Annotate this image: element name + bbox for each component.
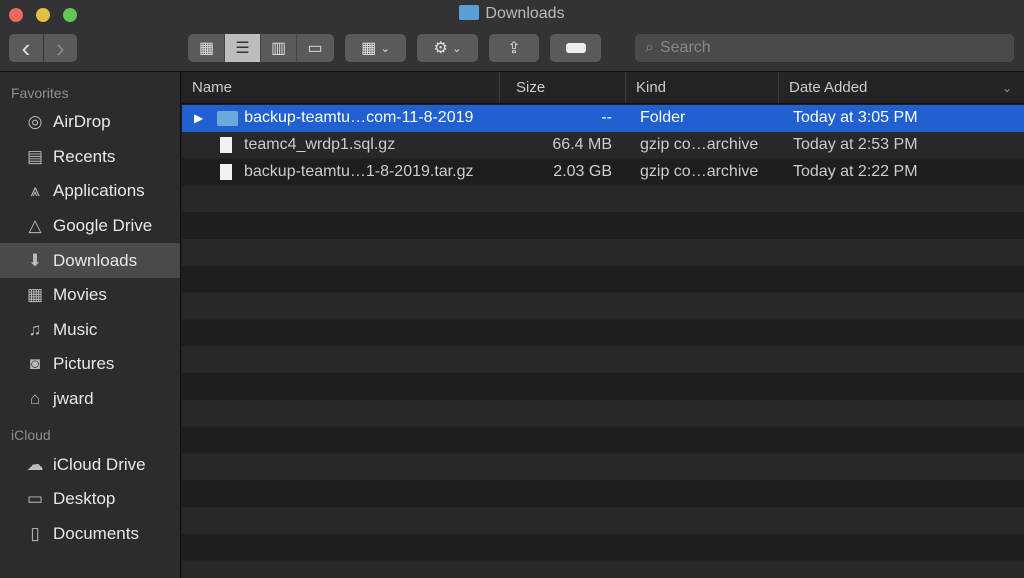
search-icon: ⌕ [645, 39, 654, 56]
sidebar-item-google-drive[interactable]: △ Google Drive [0, 209, 180, 244]
view-mode-segment: ▦ ☰ ▥ ▭ [188, 34, 334, 62]
share-button[interactable]: ⇪ [489, 34, 539, 62]
sidebar-item-downloads[interactable]: ⬇ Downloads [0, 243, 180, 278]
file-kind: gzip co…archive [640, 162, 759, 180]
list-view-icon[interactable]: ☰ [225, 34, 261, 62]
sidebar-item-jward[interactable]: ⌂ jward [0, 382, 180, 417]
file-size: 66.4 MB [552, 136, 612, 154]
sidebar-item-label: iCloud Drive [53, 454, 146, 474]
back-button[interactable]: ‹ [9, 33, 43, 63]
column-header: Name Size Kind Date Added ⌄ [182, 72, 1024, 104]
forward-button[interactable]: › [44, 33, 77, 63]
file-kind: Folder [640, 109, 686, 127]
tag-icon [565, 43, 586, 53]
column-date-label: Date Added [789, 79, 868, 96]
file-list: Name Size Kind Date Added ⌄ ▶ backup-teamt… [182, 72, 1024, 578]
file-name: backup-teamtu…com-11-8-2019 [244, 109, 474, 127]
gallery-view-icon[interactable]: ▭ [297, 34, 333, 62]
pictures-icon: ◙ [29, 354, 41, 374]
file-name: teamc4_wrdp1.sql.gz [244, 136, 396, 154]
sidebar-item-applications[interactable]: ⩓ Applications [0, 174, 180, 209]
column-kind[interactable]: Kind [626, 72, 779, 103]
sidebar-item-label: Recents [53, 146, 116, 166]
file-name: backup-teamtu…1-8-2019.tar.gz [244, 162, 474, 180]
sidebar-item-label: Desktop [53, 489, 116, 509]
column-view-icon[interactable]: ▥ [261, 34, 297, 62]
sidebar-item-label: Downloads [53, 250, 138, 270]
window-title: Downloads [0, 5, 1024, 23]
icloud-drive-icon: ☁ [26, 454, 44, 474]
chevron-down-icon: ⌄ [452, 42, 462, 55]
file-date-added: Today at 3:05 PM [793, 109, 918, 127]
sidebar: Favorites ◎ AirDrop ▤ Recents ⩓ Applications △ G… [0, 72, 181, 578]
sidebar-section-header: iCloud [11, 427, 51, 444]
document-icon [220, 137, 232, 154]
file-kind: gzip co…archive [640, 136, 759, 154]
table-row[interactable]: backup-teamtu…1-8-2019.tar.gz 2.03 GB gzip… [182, 159, 1024, 186]
folder-icon [459, 5, 480, 20]
sidebar-item-label: AirDrop [53, 112, 111, 132]
disclosure-triangle-icon[interactable]: ▶ [194, 111, 203, 125]
sidebar-item-label: Applications [53, 181, 145, 201]
chevron-down-icon: ⌄ [1001, 80, 1012, 95]
file-date-added: Today at 2:53 PM [793, 136, 918, 154]
google-drive-icon: △ [28, 216, 42, 236]
applications-icon: ⩓ [30, 181, 40, 201]
sidebar-item-label: jward [53, 389, 94, 409]
action-button[interactable]: ⚙ ⌄ [417, 34, 478, 62]
sidebar-item-icloud-drive[interactable]: ☁ iCloud Drive [0, 447, 180, 482]
sidebar-item-recents[interactable]: ▤ Recents [0, 140, 180, 175]
sidebar-item-label: Movies [53, 285, 107, 305]
recents-icon: ▤ [26, 146, 44, 166]
window-title-text: Downloads [485, 5, 565, 22]
search-placeholder: Search [659, 39, 711, 56]
search-input[interactable]: ⌕ Search [635, 34, 1014, 62]
desktop-icon: ▭ [26, 489, 44, 509]
table-row[interactable]: ▶ backup-teamtu…com-11-8-2019 -- Folder Toda… [182, 105, 1024, 132]
sidebar-item-music[interactable]: ♫ Music [0, 313, 180, 348]
sidebar-item-label: Documents [53, 523, 139, 543]
icon-view-icon[interactable]: ▦ [189, 34, 225, 62]
group-icon: ▦ [361, 40, 377, 57]
sidebar-item-label: Pictures [53, 354, 115, 374]
group-button[interactable]: ▦ ⌄ [345, 34, 406, 62]
sidebar-item-movies[interactable]: ▦ Movies [0, 278, 180, 313]
sidebar-item-desktop[interactable]: ▭ Desktop [0, 482, 180, 517]
music-icon: ♫ [28, 319, 42, 339]
folder-icon [217, 110, 239, 126]
sidebar-item-pictures[interactable]: ◙ Pictures [0, 347, 180, 382]
gear-icon: ⚙ [433, 40, 448, 57]
table-row[interactable]: teamc4_wrdp1.sql.gz 66.4 MB gzip co…archiv… [182, 132, 1024, 159]
sidebar-item-documents[interactable]: ▯ Documents [0, 517, 180, 552]
file-size: 2.03 GB [553, 162, 612, 180]
column-date-added[interactable]: Date Added ⌄ [779, 72, 1024, 103]
document-icon [220, 163, 232, 180]
sidebar-item-label: Music [53, 319, 98, 339]
share-icon: ⇪ [507, 40, 521, 57]
movies-icon: ▦ [26, 285, 44, 305]
jward-icon: ⌂ [29, 389, 41, 409]
column-name[interactable]: Name [182, 72, 500, 103]
toolbar: Downloads ‹ › ▦ ☰ ▥ ▭ ▦ ⌄ ⚙ ⌄ ⇪ ⌕ Search [0, 0, 1024, 72]
airdrop-icon: ◎ [27, 112, 43, 132]
documents-icon: ▯ [30, 523, 40, 543]
sidebar-item-label: Google Drive [53, 216, 153, 236]
sidebar-section-header: Favorites [11, 85, 69, 101]
file-size: -- [601, 109, 612, 127]
tag-button[interactable] [550, 34, 601, 62]
sidebar-item-airdrop[interactable]: ◎ AirDrop [0, 105, 180, 140]
chevron-down-icon: ⌄ [380, 42, 390, 55]
file-date-added: Today at 2:22 PM [793, 162, 918, 180]
column-size[interactable]: Size [500, 72, 626, 103]
downloads-icon: ⬇ [27, 250, 43, 270]
